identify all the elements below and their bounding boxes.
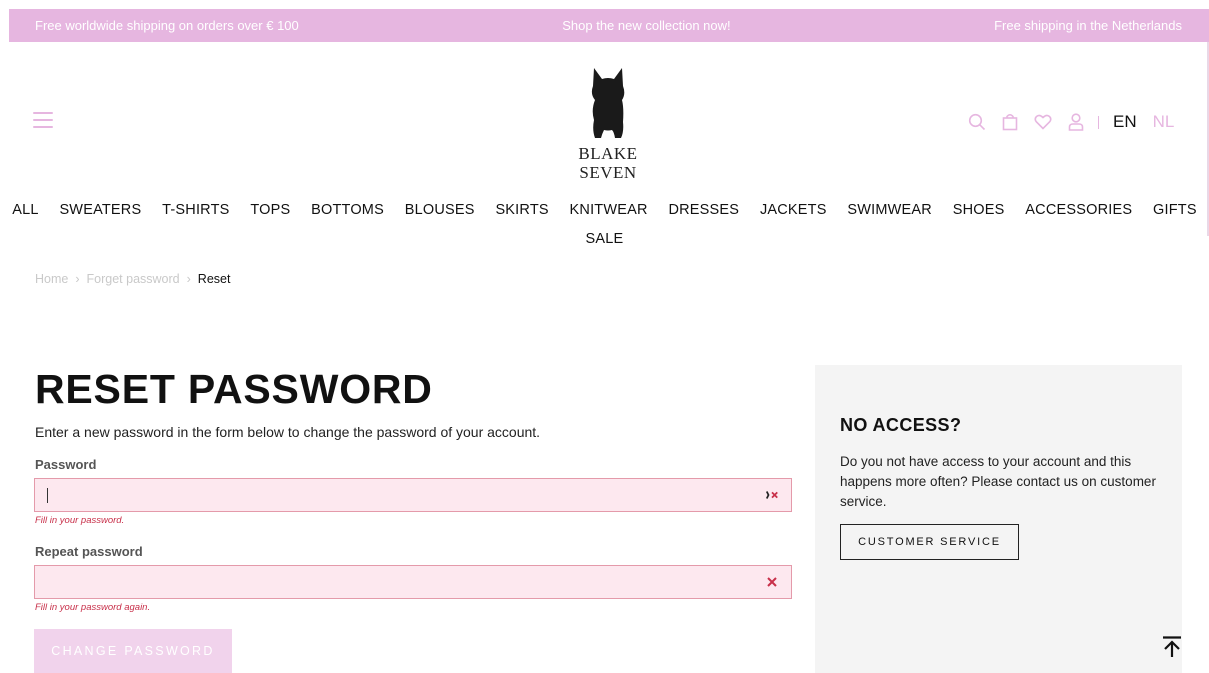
shopping-bag-icon[interactable] <box>1001 113 1019 131</box>
repeat-password-error: Fill in your password again. <box>35 602 151 613</box>
nav-item-skirts[interactable]: SKIRTS <box>485 202 559 218</box>
nav-item-swimwear[interactable]: SWIMWEAR <box>837 202 942 218</box>
breadcrumb-chevron-icon: › <box>186 272 191 286</box>
change-password-button[interactable]: CHANGE PASSWORD <box>34 629 232 673</box>
announcement-new-collection[interactable]: Shop the new collection now! <box>562 18 730 33</box>
header-actions: EN NL <box>968 112 1174 132</box>
form-intro-text: Enter a new password in the form below t… <box>35 424 541 440</box>
nav-item-dresses[interactable]: DRESSES <box>658 202 749 218</box>
logo-text-line2: SEVEN <box>579 163 637 182</box>
breadcrumb-home[interactable]: Home <box>35 272 68 286</box>
password-input[interactable] <box>48 487 759 503</box>
customer-service-button[interactable]: CUSTOMER SERVICE <box>840 524 1019 560</box>
language-en[interactable]: EN <box>1113 112 1137 132</box>
nav-item-shoes[interactable]: SHOES <box>942 202 1015 218</box>
nav-row-secondary: SALE <box>0 231 1209 247</box>
repeat-password-input[interactable] <box>47 574 759 590</box>
nav-item-tops[interactable]: TOPS <box>240 202 301 218</box>
breadcrumb: Home › Forget password › Reset <box>35 272 230 286</box>
repeat-password-label: Repeat password <box>35 544 143 559</box>
nav-item-knitwear[interactable]: KNITWEAR <box>559 202 658 218</box>
nav-item-blouses[interactable]: BLOUSES <box>394 202 485 218</box>
password-field[interactable] <box>34 478 792 512</box>
nav-item-jackets[interactable]: JACKETS <box>750 202 837 218</box>
user-icon[interactable] <box>1067 113 1085 131</box>
nav-item-bottoms[interactable]: BOTTOMS <box>301 202 395 218</box>
breadcrumb-forget-password[interactable]: Forget password <box>87 272 180 286</box>
no-access-text: Do you not have access to your account a… <box>840 454 1156 509</box>
nav-item-sale[interactable]: SALE <box>575 231 634 247</box>
announcement-shipping-nl: Free shipping in the Netherlands <box>994 18 1182 33</box>
password-visibility-error-icon[interactable] <box>765 488 779 502</box>
french-bulldog-logo-icon <box>591 68 625 138</box>
logo-text-line1: BLAKE <box>578 144 638 163</box>
nav-item-sweaters[interactable]: SWEATERS <box>49 202 152 218</box>
hamburger-menu-icon[interactable] <box>33 112 53 128</box>
nav-row-primary: ALL SWEATERS T-SHIRTS TOPS BOTTOMS BLOUS… <box>0 202 1209 218</box>
language-nl[interactable]: NL <box>1153 112 1175 132</box>
header-separator <box>1098 115 1099 129</box>
nav-item-gifts[interactable]: GIFTS <box>1143 202 1207 218</box>
nav-item-t-shirts[interactable]: T-SHIRTS <box>152 202 240 218</box>
repeat-password-field[interactable] <box>34 565 792 599</box>
password-label: Password <box>35 457 97 472</box>
site-header: BLAKE SEVEN EN NL <box>0 42 1209 192</box>
heart-icon[interactable] <box>1034 113 1052 131</box>
no-access-panel: NO ACCESS? Do you not have access to you… <box>815 365 1182 673</box>
breadcrumb-current: Reset <box>197 272 231 286</box>
main-navigation: ALL SWEATERS T-SHIRTS TOPS BOTTOMS BLOUS… <box>0 202 1209 247</box>
blake-seven-logo[interactable]: BLAKE SEVEN <box>578 66 638 186</box>
no-access-title: NO ACCESS? <box>840 415 962 435</box>
page-title: RESET PASSWORD <box>35 366 433 412</box>
breadcrumb-chevron-icon: › <box>75 272 80 286</box>
password-error: Fill in your password. <box>35 515 125 526</box>
back-to-top-arrow-icon[interactable] <box>1162 636 1182 658</box>
error-close-icon <box>765 575 779 589</box>
search-icon[interactable] <box>968 113 986 131</box>
announcement-bar: Free worldwide shipping on orders over €… <box>9 9 1209 42</box>
announcement-shipping-worldwide: Free worldwide shipping on orders over €… <box>35 18 299 33</box>
nav-item-accessories[interactable]: ACCESSORIES <box>1015 202 1143 218</box>
nav-item-all[interactable]: ALL <box>2 202 49 218</box>
